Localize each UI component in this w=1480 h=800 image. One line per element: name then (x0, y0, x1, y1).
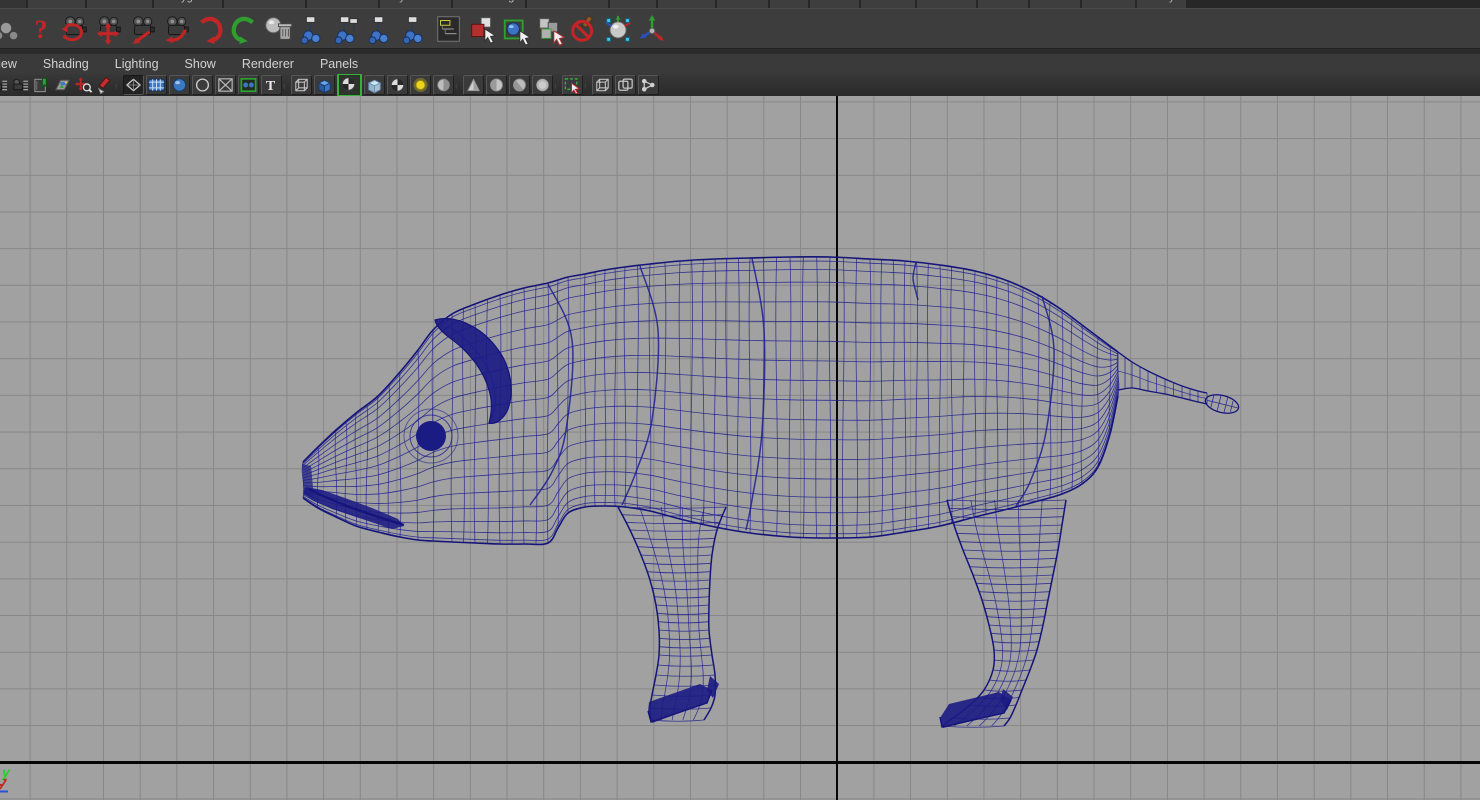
shelf-toolbar: ? (0, 8, 1480, 49)
shelf-tab-row: CurvesSurfacesPolygonsDeformationAnimati… (0, 0, 1480, 8)
panel-menu-view[interactable]: View (0, 57, 30, 71)
depth-of-field-button[interactable] (532, 75, 553, 95)
shelf-tab-dynamics[interactable]: Dynamics (380, 0, 451, 8)
shelf-tab-rendering[interactable]: Rendering (452, 0, 526, 8)
shelf-tab-curves[interactable]: Curves (28, 0, 85, 8)
smooth-mesh-button[interactable] (314, 75, 335, 95)
checker-material-button[interactable] (387, 75, 408, 95)
xray-joints-button[interactable] (638, 75, 659, 95)
redo-arc-icon[interactable] (229, 12, 261, 46)
use-all-lights-button[interactable] (410, 75, 431, 95)
textured-ball-button[interactable] (337, 74, 362, 96)
move-axis-icon[interactable] (637, 12, 669, 46)
ssao-button[interactable] (463, 75, 484, 95)
smooth-shade-button[interactable] (146, 75, 167, 95)
undo-arc-icon[interactable] (195, 12, 227, 46)
shelf-tab-fluids[interactable]: Fluids (716, 0, 768, 8)
panel-menu-panels[interactable]: Panels (307, 57, 371, 71)
camera-track-icon[interactable] (93, 12, 125, 46)
separator (584, 76, 591, 94)
shelf-tab-tray[interactable]: TRay (1137, 0, 1186, 8)
clipped-camera-icon[interactable] (0, 76, 9, 94)
wireframe-on-shaded-button[interactable] (215, 75, 236, 95)
ik-handle-icon[interactable] (365, 12, 397, 46)
image-plane-icon[interactable] (53, 76, 72, 94)
viewport-toolbar: T (0, 74, 1480, 97)
shelf-tab-strip: CurvesSurfacesPolygonsDeformationAnimati… (0, 0, 1480, 8)
xray-active-components-button[interactable] (615, 75, 636, 95)
camera-zoom-icon[interactable] (161, 12, 193, 46)
grease-pencil-icon[interactable] (95, 76, 114, 94)
default-material-button[interactable] (192, 75, 213, 95)
shelf-tab-bullet[interactable]: Bullet (978, 0, 1029, 8)
axis-gadget-label: y (1, 764, 11, 780)
viewport-side-view[interactable]: y (0, 96, 1480, 800)
select-cube-stack-icon[interactable] (535, 12, 567, 46)
camera-orbit-icon[interactable] (59, 12, 91, 46)
manipulator-sphere-icon[interactable] (603, 12, 635, 46)
wireframe-mode-button[interactable] (123, 75, 144, 95)
shelf-tab-toon[interactable]: Toon (609, 0, 656, 8)
transparency-cube-button[interactable] (364, 75, 385, 95)
pig-wireframe-model[interactable] (0, 96, 1480, 800)
separator (115, 76, 122, 94)
bounding-box-button[interactable] (291, 75, 312, 95)
textured-mode-button[interactable] (238, 75, 259, 95)
outliner-panel-icon[interactable] (433, 12, 465, 46)
select-sphere-in-cube-icon[interactable] (501, 12, 533, 46)
joint-pin-icon[interactable] (297, 12, 329, 46)
select-cube-icon[interactable] (467, 12, 499, 46)
shelf-tab-polygons[interactable]: Polygons (154, 0, 222, 8)
clipped-edge-icon[interactable] (0, 12, 23, 46)
pan-zoom-2d-icon[interactable] (74, 76, 93, 94)
shelf-tab-fur[interactable]: Fur (769, 0, 809, 8)
help-question-icon[interactable]: ? (25, 12, 57, 46)
panel-menubar: ViewShadingLightingShowRendererPanels (0, 54, 1480, 74)
shelf-tab-custom[interactable]: Custom (916, 0, 977, 8)
panel-menu-renderer[interactable]: Renderer (229, 57, 307, 71)
separator (455, 76, 462, 94)
multisample-button[interactable] (509, 75, 530, 95)
svg-text:?: ? (34, 15, 47, 44)
isolate-select-button[interactable] (562, 75, 583, 95)
joint-pins-icon[interactable] (331, 12, 363, 46)
shelf-tab-scroll-stub[interactable] (0, 0, 26, 8)
camera-dolly-icon[interactable] (127, 12, 159, 46)
no-paint-icon[interactable] (569, 12, 601, 46)
shelf-tab-ncloth[interactable]: nCloth (860, 0, 915, 8)
motion-blur-button[interactable] (486, 75, 507, 95)
shelf-tab-nhair[interactable]: nHair (810, 0, 859, 8)
shelf-tab-xgen[interactable]: XGen (1030, 0, 1081, 8)
panel-menu-show[interactable]: Show (172, 57, 229, 71)
shelf-tab-painteffects[interactable]: PaintEffects (527, 0, 608, 8)
shadows-button[interactable] (433, 75, 454, 95)
shaded-mode-button[interactable] (169, 75, 190, 95)
svg-text:T: T (266, 79, 276, 94)
shelf-tab-shave[interactable]: Shave (1082, 0, 1136, 8)
ik-spline-icon[interactable] (399, 12, 431, 46)
xray-button[interactable] (592, 75, 613, 95)
shelf-tab-surfaces[interactable]: Surfaces (86, 0, 153, 8)
panel-menu-shading[interactable]: Shading (30, 57, 102, 71)
texture-placement-button[interactable]: T (261, 75, 282, 95)
delete-object-icon[interactable] (263, 12, 295, 46)
panel-menu-lighting[interactable]: Lighting (102, 57, 172, 71)
separator (283, 76, 290, 94)
view-axis-gadget: y (0, 764, 11, 793)
separator (554, 76, 561, 94)
bookmarks-icon[interactable] (32, 76, 51, 94)
shelf-tab-animation[interactable]: Animation (307, 0, 379, 8)
shelf-tab-deformation[interactable]: Deformation (223, 0, 306, 8)
shelf-tab-muscle[interactable]: Muscle (657, 0, 715, 8)
select-camera-icon[interactable] (11, 76, 30, 94)
